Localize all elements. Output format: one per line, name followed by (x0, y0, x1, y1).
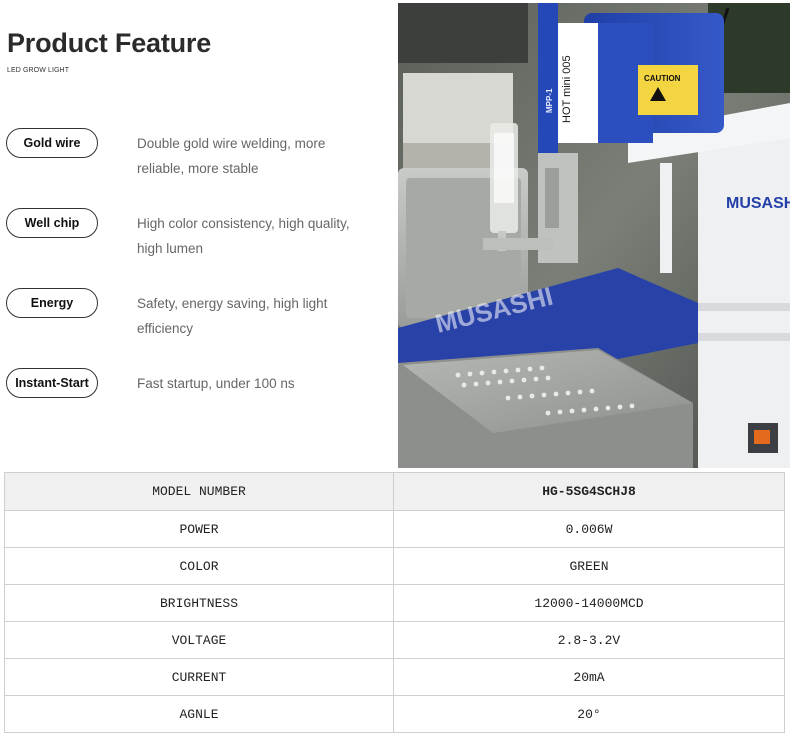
spec-name: MODEL NUMBER (4, 472, 394, 511)
feature-desc-line: high lumen (137, 241, 204, 256)
spec-table: MODEL NUMBER HG-5SG4SCHJ8 POWER 0.006W C… (4, 472, 785, 733)
spec-value: 12000-14000MCD (393, 584, 785, 622)
feature-desc-line: High color consistency, high quality, (137, 216, 350, 231)
table-row: BRIGHTNESS 12000-14000MCD (4, 584, 785, 622)
feature-description: Safety, energy saving, high light effici… (137, 291, 377, 341)
spec-value: 0.006W (393, 510, 785, 548)
page-subtitle: LED GROW LIGHT (7, 67, 70, 74)
feature-description: High color consistency, high quality, hi… (137, 211, 377, 261)
page-title: Product Feature (7, 28, 212, 58)
product-photo: MUSASHI CAUTION MPP-1 HOT mini 005 MUSAS… (398, 3, 790, 468)
table-row: POWER 0.006W (4, 510, 785, 548)
spec-name: BRIGHTNESS (4, 584, 394, 622)
feature-label-instant-start: Instant-Start (6, 368, 98, 398)
spec-value: 2.8-3.2V (393, 621, 785, 659)
spec-name: COLOR (4, 547, 394, 585)
spec-value: GREEN (393, 547, 785, 585)
machine-model-a: MPP-1 (545, 88, 554, 113)
table-row: AGNLE 20° (4, 695, 785, 733)
feature-desc-line: Fast startup, under 100 ns (137, 376, 295, 391)
feature-desc-line: Safety, energy saving, high light (137, 296, 328, 311)
caution-label: CAUTION (644, 74, 681, 83)
feature-label-energy: Energy (6, 288, 98, 318)
feature-label-gold-wire: Gold wire (6, 128, 98, 158)
feature-well-chip: Well chip High color consistency, high q… (6, 208, 396, 256)
machine-model-b: HOT mini 005 (561, 55, 573, 123)
spec-value: 20mA (393, 658, 785, 696)
table-row: CURRENT 20mA (4, 658, 785, 696)
feature-instant-start: Instant-Start Fast startup, under 100 ns (6, 368, 396, 408)
table-row: MODEL NUMBER HG-5SG4SCHJ8 (4, 472, 785, 511)
spec-value: 20° (393, 695, 785, 733)
feature-description: Double gold wire welding, more reliable,… (137, 131, 377, 181)
feature-energy: Energy Safety, energy saving, high light… (6, 288, 396, 336)
spec-name: CURRENT (4, 658, 394, 696)
machine-brand: MUSASHI (726, 195, 790, 212)
spec-name: AGNLE (4, 695, 394, 733)
feature-description: Fast startup, under 100 ns (137, 371, 377, 396)
spec-name: VOLTAGE (4, 621, 394, 659)
feature-desc-line: Double gold wire welding, more (137, 136, 326, 151)
feature-gold-wire: Gold wire Double gold wire welding, more… (6, 128, 396, 176)
spec-value: HG-5SG4SCHJ8 (393, 472, 785, 511)
spec-name: POWER (4, 510, 394, 548)
feature-label-well-chip: Well chip (6, 208, 98, 238)
table-row: COLOR GREEN (4, 547, 785, 585)
feature-desc-line: reliable, more stable (137, 161, 259, 176)
feature-desc-line: efficiency (137, 321, 194, 336)
table-row: VOLTAGE 2.8-3.2V (4, 621, 785, 659)
